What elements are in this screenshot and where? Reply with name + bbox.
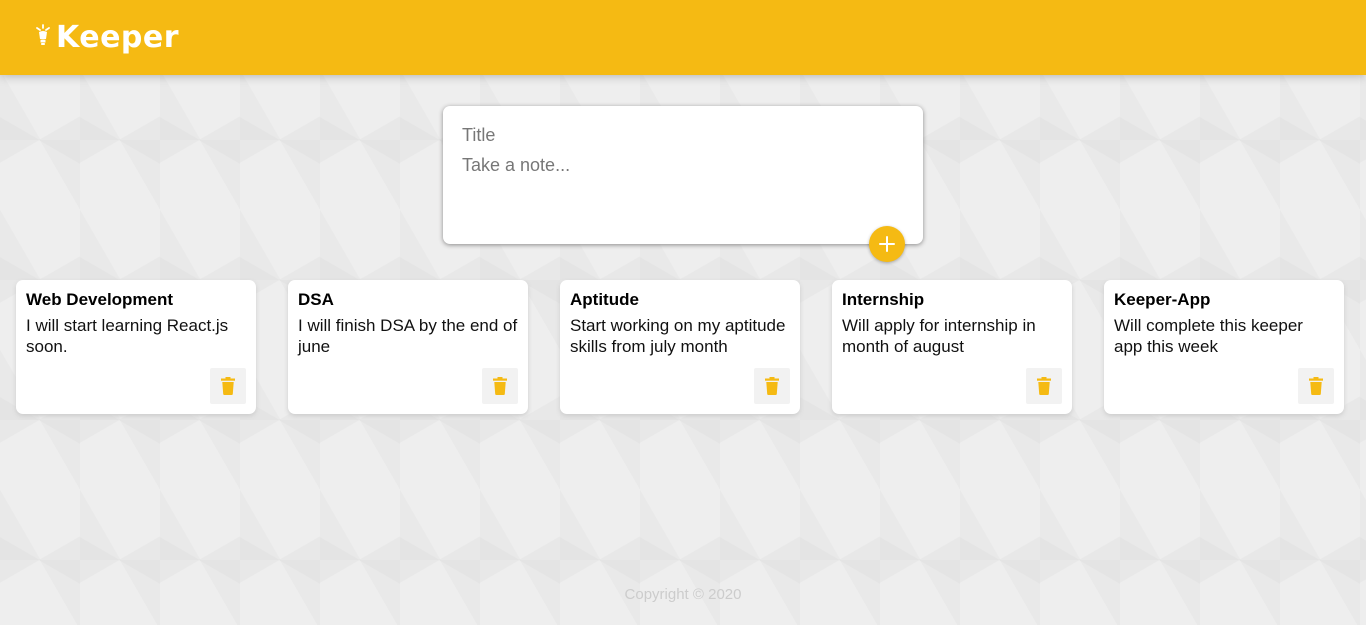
note-card: Keeper-App Will complete this keeper app … (1104, 280, 1344, 414)
delete-note-button[interactable] (210, 368, 246, 404)
trash-icon (1309, 377, 1323, 395)
trash-icon (221, 377, 235, 395)
note-card: Internship Will apply for internship in m… (832, 280, 1072, 414)
trash-icon (493, 377, 507, 395)
note-content: I will finish DSA by the end of june (298, 316, 522, 356)
note-title: Internship (842, 290, 925, 309)
note-content: I will start learning React.js soon. (26, 316, 233, 356)
note-content: Will complete this keeper app this week (1114, 316, 1308, 356)
lightbulb-icon (36, 23, 50, 45)
delete-note-button[interactable] (482, 368, 518, 404)
note-content: Start working on my aptitude skills from… (570, 316, 791, 356)
delete-note-button[interactable] (1298, 368, 1334, 404)
app-header: Keeper (0, 0, 1366, 75)
plus-icon (879, 236, 895, 252)
create-note-form (443, 106, 923, 244)
trash-icon (765, 377, 779, 395)
note-card: Web Development I will start learning Rea… (16, 280, 256, 414)
note-content: Will apply for internship in month of au… (842, 316, 1041, 356)
note-card: Aptitude Start working on my aptitude ski… (560, 280, 800, 414)
brand-title: Keeper (56, 20, 180, 55)
note-title: Keeper-App (1114, 290, 1211, 309)
copyright-text: Copyright © 2020 (624, 586, 742, 603)
note-title: Aptitude (570, 290, 639, 309)
footer: Copyright © 2020 (0, 586, 1366, 603)
trash-icon (1037, 377, 1051, 395)
note-card: DSA I will finish DSA by the end of june (288, 280, 528, 414)
delete-note-button[interactable] (754, 368, 790, 404)
add-note-button[interactable] (869, 226, 905, 262)
note-title: Web Development (26, 290, 174, 309)
note-title-input[interactable] (462, 122, 904, 148)
note-content-input[interactable] (462, 152, 904, 222)
brand[interactable]: Keeper (34, 20, 179, 55)
delete-note-button[interactable] (1026, 368, 1062, 404)
note-title: DSA (298, 290, 334, 309)
